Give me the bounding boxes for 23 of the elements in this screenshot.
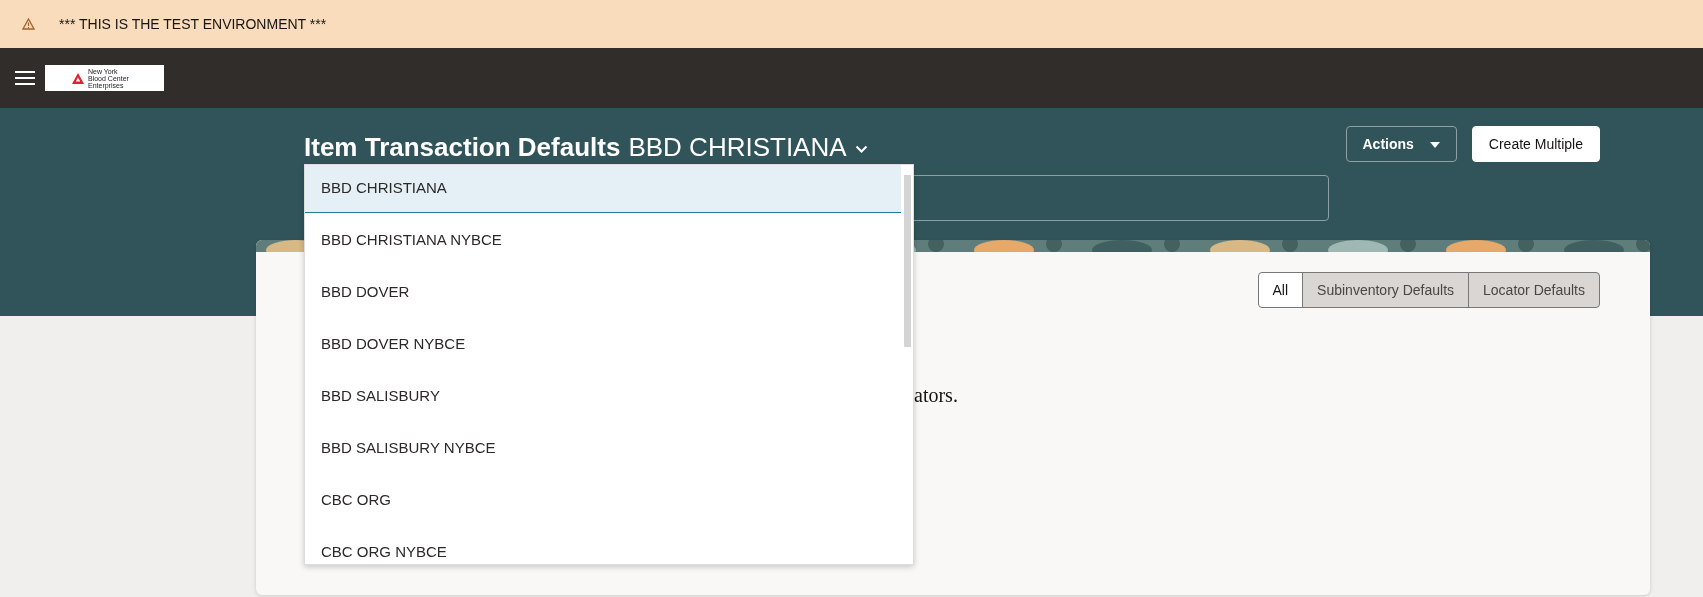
- dropdown-option[interactable]: BBD DOVER: [305, 269, 901, 317]
- filter-tab[interactable]: All: [1257, 272, 1304, 308]
- caret-icon: [1429, 141, 1440, 148]
- organization-selector[interactable]: BBD CHRISTIANA: [628, 128, 847, 167]
- actions-button[interactable]: Actions: [1345, 126, 1457, 162]
- dropdown-option[interactable]: BBD CHRISTIANA NYBCE: [305, 217, 901, 265]
- page-title: Item Transaction Defaults: [304, 131, 621, 164]
- dropdown-option[interactable]: CBC ORG: [305, 477, 901, 525]
- dropdown-option[interactable]: BBD SALISBURY: [305, 373, 901, 421]
- warning-icon: [22, 18, 35, 30]
- scrollbar-thumb[interactable]: [904, 175, 911, 347]
- create-multiple-button[interactable]: Create Multiple: [1471, 126, 1600, 162]
- dropdown-option[interactable]: BBD SALISBURY NYBCE: [305, 425, 901, 473]
- dropdown-option[interactable]: BBD DOVER NYBCE: [305, 321, 901, 369]
- banner-text: *** THIS IS THE TEST ENVIRONMENT ***: [59, 14, 327, 34]
- dropdown-option[interactable]: CBC ORG NYBCE: [305, 529, 901, 564]
- menu-icon[interactable]: [15, 71, 35, 85]
- message-text: ators.: [914, 383, 958, 408]
- filter-tab[interactable]: Locator Defaults: [1468, 272, 1600, 308]
- logo-icon: [72, 72, 84, 84]
- dropdown-option[interactable]: BBD CHRISTIANA: [305, 165, 901, 213]
- filter-tab[interactable]: Subinventory Defaults: [1302, 272, 1470, 308]
- chevron-down-icon[interactable]: [854, 145, 868, 154]
